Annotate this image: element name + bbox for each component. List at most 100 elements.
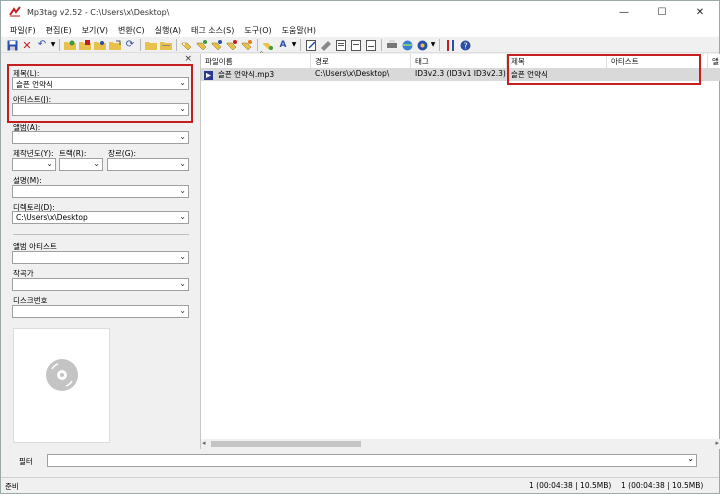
export-icon[interactable]: [334, 39, 348, 52]
cover-art-area[interactable]: [13, 328, 110, 443]
open-playlist-icon[interactable]: [108, 39, 122, 52]
menu-view[interactable]: 보기(V): [77, 25, 113, 36]
tag-tag-icon[interactable]: [261, 39, 275, 52]
album-field[interactable]: ⌄: [12, 131, 189, 144]
title-field[interactable]: 슬픈 언약식 ⌄: [12, 77, 189, 90]
tag-source-1-icon[interactable]: [180, 39, 194, 52]
tag-source-4-icon[interactable]: [225, 39, 239, 52]
svg-text:?: ?: [463, 41, 467, 50]
chevron-down-icon[interactable]: ⌄: [93, 159, 100, 168]
cell-tag: ID3v2.3 (ID3v1 ID3v2.3): [415, 69, 506, 78]
app-window: Mp3tag v2.52 - C:\Users\x\Desktop\ — ☐ ✕…: [0, 0, 720, 494]
playlist-icon[interactable]: [349, 39, 363, 52]
menu-file[interactable]: 파일(F): [5, 25, 41, 36]
genre-field[interactable]: ⌄: [107, 158, 189, 171]
app-logo-icon: [9, 6, 21, 17]
horizontal-scrollbar[interactable]: ◂ ▸: [201, 439, 720, 449]
refresh-icon[interactable]: ⟳: [123, 39, 137, 52]
status-total: 1 (00:04:38 | 10.5MB): [621, 481, 704, 490]
undo-icon[interactable]: ↶: [35, 39, 49, 52]
scroll-left-icon[interactable]: ◂: [202, 439, 206, 447]
chevron-down-icon[interactable]: ⌄: [46, 159, 53, 168]
directory-field[interactable]: C:\Users\x\Desktop ⌄: [12, 211, 189, 224]
filename-tag-icon[interactable]: [159, 39, 173, 52]
filter-label: 필터: [19, 456, 33, 466]
options-icon[interactable]: [364, 39, 378, 52]
undo-dropdown-icon[interactable]: ▼: [50, 39, 56, 52]
menu-bar: 파일(F) 편집(E) 보기(V) 변환(C) 실행(A) 태그 소스(S) 도…: [1, 23, 719, 37]
menu-actions[interactable]: 실행(A): [150, 25, 186, 36]
cell-path: C:\Users\x\Desktop\: [315, 69, 390, 78]
status-text: 준비: [5, 482, 19, 491]
scrollbar-thumb[interactable]: [211, 441, 361, 447]
case-dropdown-icon[interactable]: ▼: [291, 39, 297, 52]
menu-tools[interactable]: 도구(O): [239, 25, 276, 36]
maximize-button[interactable]: ☐: [643, 1, 681, 23]
change-directory-icon[interactable]: [63, 39, 77, 52]
cell-filename: 슬픈 언약식.mp3: [218, 70, 275, 79]
chevron-down-icon[interactable]: ⌄: [179, 306, 186, 315]
panel-close-button[interactable]: ×: [184, 54, 192, 64]
highlight-box-columns: [507, 54, 701, 85]
filter-input[interactable]: ⌄: [47, 454, 697, 467]
disc-icon: [46, 359, 78, 391]
chevron-down-icon[interactable]: ⌄: [179, 132, 186, 141]
disc-field[interactable]: ⌄: [12, 305, 189, 318]
comment-field[interactable]: ⌄: [12, 185, 189, 198]
tag-filename-icon[interactable]: [144, 39, 158, 52]
column-header-filename[interactable]: 파일이름: [201, 54, 311, 68]
settings-icon[interactable]: [443, 39, 457, 52]
chevron-down-icon[interactable]: ⌄: [687, 454, 694, 463]
sort-arrow-icon: ^: [259, 51, 265, 58]
web-dropdown-icon[interactable]: ▼: [430, 39, 436, 52]
menu-tag-sources[interactable]: 태그 소스(S): [186, 25, 239, 36]
case-conversion-icon[interactable]: A: [276, 39, 290, 52]
edit-icon[interactable]: [304, 39, 318, 52]
chevron-down-icon[interactable]: ⌄: [179, 104, 186, 113]
close-button[interactable]: ✕: [681, 1, 719, 23]
album-artist-field[interactable]: ⌄: [12, 251, 189, 264]
scroll-right-icon[interactable]: ▸: [715, 439, 719, 447]
composer-field[interactable]: ⌄: [12, 278, 189, 291]
extended-tags-icon[interactable]: [319, 39, 333, 52]
filter-bar: 필터 ⌄: [1, 452, 719, 470]
status-selected: 1 (00:04:38 | 10.5MB): [529, 481, 612, 490]
chevron-down-icon[interactable]: ⌄: [179, 212, 186, 221]
column-header-tag[interactable]: 태그: [411, 54, 507, 68]
year-field[interactable]: ⌄: [12, 158, 56, 171]
web-icon[interactable]: [400, 39, 414, 52]
print-icon[interactable]: [385, 39, 399, 52]
title-value: 슬픈 언약식: [16, 80, 53, 89]
chevron-down-icon[interactable]: ⌄: [179, 252, 186, 261]
file-list: 파일이름 경로 태그 제목 아티스트 앨 ^ 슬픈 언약식.mp3 C:\Use…: [200, 51, 720, 449]
column-header-path[interactable]: 경로: [311, 54, 411, 68]
save-icon[interactable]: [5, 39, 19, 52]
tag-source-2-icon[interactable]: [195, 39, 209, 52]
toolbar: ✕ ↶ ▼ ⟳ A ▼ ▼ ?: [1, 38, 719, 53]
directory-value: C:\Users\x\Desktop: [16, 213, 88, 222]
remove-tag-icon[interactable]: ✕: [20, 39, 34, 52]
tag-source-5-icon[interactable]: [240, 39, 254, 52]
chevron-down-icon[interactable]: ⌄: [179, 279, 186, 288]
chevron-down-icon[interactable]: ⌄: [179, 159, 186, 168]
chevron-down-icon[interactable]: ⌄: [179, 186, 186, 195]
menu-help[interactable]: 도움말(H): [277, 25, 321, 36]
mp3-file-icon: [204, 71, 213, 80]
artist-field[interactable]: ⌄: [12, 103, 189, 116]
track-field[interactable]: ⌄: [59, 158, 103, 171]
help-icon[interactable]: ?: [458, 39, 472, 52]
tag-source-3-icon[interactable]: [210, 39, 224, 52]
web-sources-icon[interactable]: [415, 39, 429, 52]
add-directory-icon[interactable]: [78, 39, 92, 52]
favorite-directory-icon[interactable]: [93, 39, 107, 52]
tag-panel: × 제목(L): 슬픈 언약식 ⌄ 아티스트(J): ⌄ 앨범(A): ⌄ 제작년…: [5, 54, 194, 449]
minimize-button[interactable]: —: [605, 1, 643, 23]
column-header-album[interactable]: 앨: [708, 54, 720, 68]
status-bar: 준비 1 (00:04:38 | 10.5MB) 1 (00:04:38 | 1…: [1, 477, 719, 493]
menu-convert[interactable]: 변환(C): [113, 25, 150, 36]
chevron-down-icon[interactable]: ⌄: [179, 78, 186, 87]
menu-edit[interactable]: 편집(E): [41, 25, 77, 36]
window-title: Mp3tag v2.52 - C:\Users\x\Desktop\: [27, 7, 170, 17]
divider: [13, 234, 189, 235]
title-bar: Mp3tag v2.52 - C:\Users\x\Desktop\ — ☐ ✕: [1, 1, 719, 23]
